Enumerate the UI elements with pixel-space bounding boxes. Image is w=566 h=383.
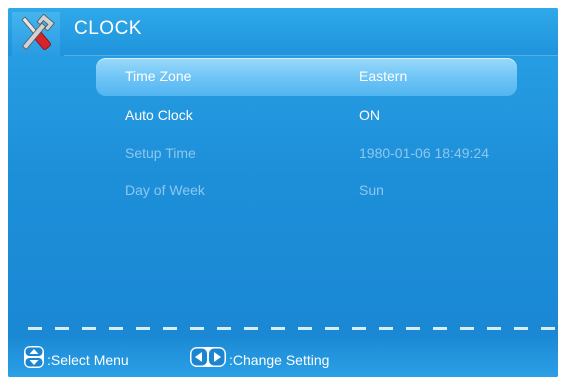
header-bar: CLOCK (8, 8, 558, 56)
footer-divider (28, 327, 558, 330)
menu-item-time-zone[interactable]: Time Zone Eastern (96, 58, 517, 96)
left-right-arrows-icon (190, 347, 226, 367)
osd-screen: CLOCK Time Zone Eastern Auto Clock ON Se… (8, 8, 558, 377)
footer-bar: :Select Menu :Change Setting (8, 338, 558, 377)
up-down-arrows-icon (24, 346, 44, 368)
menu-item-label: Auto Clock (125, 107, 193, 123)
menu-item-label: Time Zone (125, 68, 192, 84)
menu-item-day-of-week: Day of Week Sun (96, 172, 517, 210)
header-divider (64, 55, 558, 56)
tools-icon (12, 12, 60, 56)
menu-item-value: Eastern (359, 68, 408, 84)
menu-item-auto-clock[interactable]: Auto Clock ON (96, 97, 517, 135)
select-menu-hint: :Select Menu (47, 352, 129, 368)
menu-item-setup-time: Setup Time 1980-01-06 18:49:24 (96, 135, 517, 173)
menu-item-value: Sun (359, 182, 384, 198)
menu-item-value: 1980-01-06 18:49:24 (359, 145, 489, 161)
change-setting-hint: :Change Setting (229, 352, 330, 368)
menu-item-value: ON (359, 107, 380, 123)
menu-item-label: Setup Time (125, 145, 196, 161)
page-title: CLOCK (74, 18, 142, 39)
menu-item-label: Day of Week (125, 182, 205, 198)
